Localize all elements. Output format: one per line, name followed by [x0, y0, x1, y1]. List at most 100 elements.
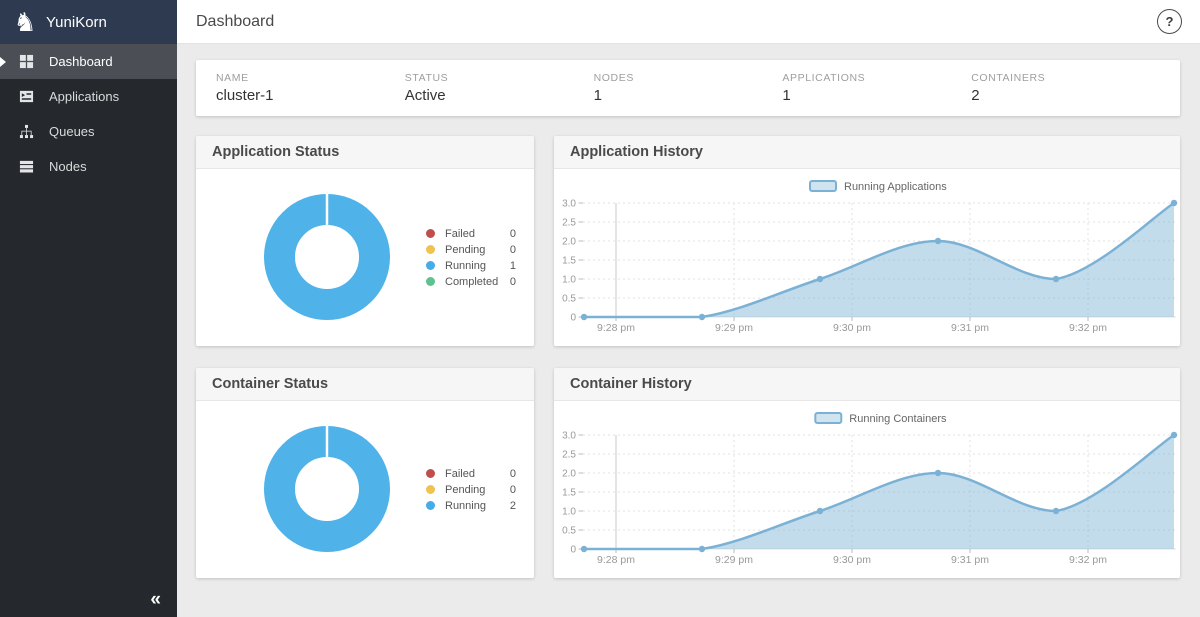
data-point — [1170, 431, 1178, 439]
card-title: Application Status — [212, 144, 340, 160]
application-status-chart: Failed 0 Pending 0 Running 1 Completed 0 — [196, 169, 534, 346]
legend-row-failed: Failed 0 — [426, 468, 516, 480]
page-title: Dashboard — [196, 12, 275, 30]
cluster-field-status: STATUS Active — [405, 72, 594, 104]
running-dot-icon — [426, 501, 435, 510]
card-title: Container Status — [212, 376, 329, 392]
sidebar-item-label: Nodes — [49, 159, 87, 174]
content: NAME cluster-1 STATUS Active NODES 1 APP… — [177, 44, 1200, 578]
field-value: 1 — [782, 87, 791, 104]
legend-label: Failed — [445, 227, 475, 240]
dashboard-icon — [19, 54, 34, 69]
field-value: 2 — [971, 87, 980, 104]
field-label: STATUS — [404, 72, 449, 84]
y-tick-label: 1.0 — [562, 275, 576, 286]
legend-label: Running — [445, 259, 486, 272]
area-fill — [584, 435, 1174, 549]
legend-series-label: Running Containers — [849, 413, 947, 425]
active-item-arrow-icon — [0, 56, 6, 67]
brand: ♞ YuniKorn — [0, 0, 177, 44]
sidebar-nav: Dashboard Applications Queues Nodes — [0, 44, 177, 184]
cluster-field-applications: APPLICATIONS 1 — [782, 72, 971, 104]
y-tick-label: 1.5 — [562, 256, 576, 267]
history-line-chart: 0 0.5 1.0 1.5 2.0 2.5 3.0 9:28 pm 9:29 pm 9:30 pm… — [562, 180, 1178, 334]
legend-value: 0 — [509, 227, 516, 240]
data-point — [816, 507, 824, 515]
legend-row-running: Running 2 — [426, 500, 516, 512]
field-label: NAME — [216, 72, 249, 84]
cluster-field-name: NAME cluster-1 — [216, 72, 405, 104]
x-tick-label: 9:28 pm — [597, 322, 635, 334]
pending-dot-icon — [426, 485, 435, 494]
brand-name: YuniKorn — [46, 13, 107, 31]
chart-legend[interactable]: Running Applications — [809, 180, 947, 193]
y-tick-label: 1.5 — [562, 488, 576, 499]
sidebar-collapse-button[interactable]: « — [144, 587, 167, 613]
sidebar-item-dashboard[interactable]: Dashboard — [0, 44, 177, 79]
legend-row-pending: Pending 0 — [426, 484, 516, 496]
cluster-field-nodes: NODES 1 — [594, 72, 783, 104]
data-point — [934, 469, 942, 477]
sidebar-item-label: Dashboard — [49, 54, 113, 69]
sidebar-item-label: Queues — [49, 124, 95, 139]
legend-swatch-icon — [814, 412, 843, 424]
card-header: Container Status — [196, 368, 534, 401]
pie-legend: Failed 0 Pending 0 Running 2 — [426, 464, 516, 516]
card-header: Application Status — [196, 136, 534, 169]
field-value: 1 — [593, 87, 602, 104]
y-tick-label: 3.0 — [562, 199, 576, 210]
sidebar-item-applications[interactable]: Applications — [0, 79, 177, 114]
application-history-chart: 0 0.5 1.0 1.5 2.0 2.5 3.0 9:28 pm 9:29 pm 9:30 pm… — [554, 169, 1180, 346]
x-tick-label: 9:28 pm — [597, 554, 635, 566]
container-history-card: Container History 0 0.5 1.0 1.5 2.0 2.5 3.0 9:2… — [554, 368, 1180, 578]
unicorn-logo-icon: ♞ — [13, 7, 37, 37]
sidebar-item-label: Applications — [49, 89, 120, 104]
x-tick-label: 9:30 pm — [833, 554, 871, 566]
x-tick-label: 9:32 pm — [1069, 554, 1107, 566]
container-history-chart: 0 0.5 1.0 1.5 2.0 2.5 3.0 9:28 pm 9:29 pm 9:30 pm… — [554, 401, 1180, 578]
sidebar-item-queues[interactable]: Queues — [0, 114, 177, 149]
legend-row-failed: Failed 0 — [426, 228, 516, 240]
legend-value: 0 — [509, 467, 516, 480]
y-tick-label: 3.0 — [562, 431, 576, 442]
legend-label: Pending — [445, 483, 486, 496]
field-label: CONTAINERS — [971, 72, 1046, 84]
sidebar: ♞ YuniKorn Dashboard Applications Queues — [0, 0, 177, 617]
chart-legend[interactable]: Running Containers — [814, 412, 947, 425]
data-point — [580, 545, 588, 553]
main-area: Dashboard ? NAME cluster-1 STATUS Active… — [177, 0, 1200, 617]
field-label: APPLICATIONS — [782, 72, 866, 84]
y-tick-label: 2.0 — [562, 469, 576, 480]
legend-value: 1 — [509, 259, 516, 272]
data-point — [698, 545, 706, 553]
x-tick-label: 9:30 pm — [833, 322, 871, 334]
legend-row-pending: Pending 0 — [426, 244, 516, 256]
applications-icon — [19, 90, 34, 103]
area-fill — [584, 203, 1174, 317]
pending-dot-icon — [426, 245, 435, 254]
queues-icon — [19, 124, 34, 139]
y-tick-label: 1.0 — [562, 507, 576, 518]
y-tick-label: 0 — [570, 545, 576, 556]
container-status-card: Container Status Failed 0 Pending 0 Runn… — [196, 368, 534, 578]
sidebar-item-nodes[interactable]: Nodes — [0, 149, 177, 184]
help-button[interactable]: ? — [1157, 9, 1182, 34]
legend-label: Failed — [445, 467, 475, 480]
x-tick-label: 9:29 pm — [715, 554, 753, 566]
y-tick-label: 2.5 — [562, 450, 576, 461]
container-status-chart: Failed 0 Pending 0 Running 2 — [196, 401, 534, 578]
data-point — [1170, 199, 1178, 207]
legend-value: 0 — [509, 243, 516, 256]
x-tick-label: 9:32 pm — [1069, 322, 1107, 334]
card-header: Application History — [554, 136, 1180, 169]
data-point — [1052, 507, 1060, 515]
completed-dot-icon — [426, 277, 435, 286]
legend-label: Running — [445, 499, 486, 512]
legend-value: 0 — [509, 275, 516, 288]
pie-legend: Failed 0 Pending 0 Running 1 Completed 0 — [426, 224, 516, 292]
field-value: Active — [404, 87, 446, 104]
application-history-card: Application History 0 0.5 1.0 1.5 2.0 2.5 3.0 9… — [554, 136, 1180, 346]
card-title: Container History — [570, 376, 692, 392]
topbar: Dashboard ? — [177, 0, 1200, 44]
legend-label: Completed — [445, 275, 499, 288]
